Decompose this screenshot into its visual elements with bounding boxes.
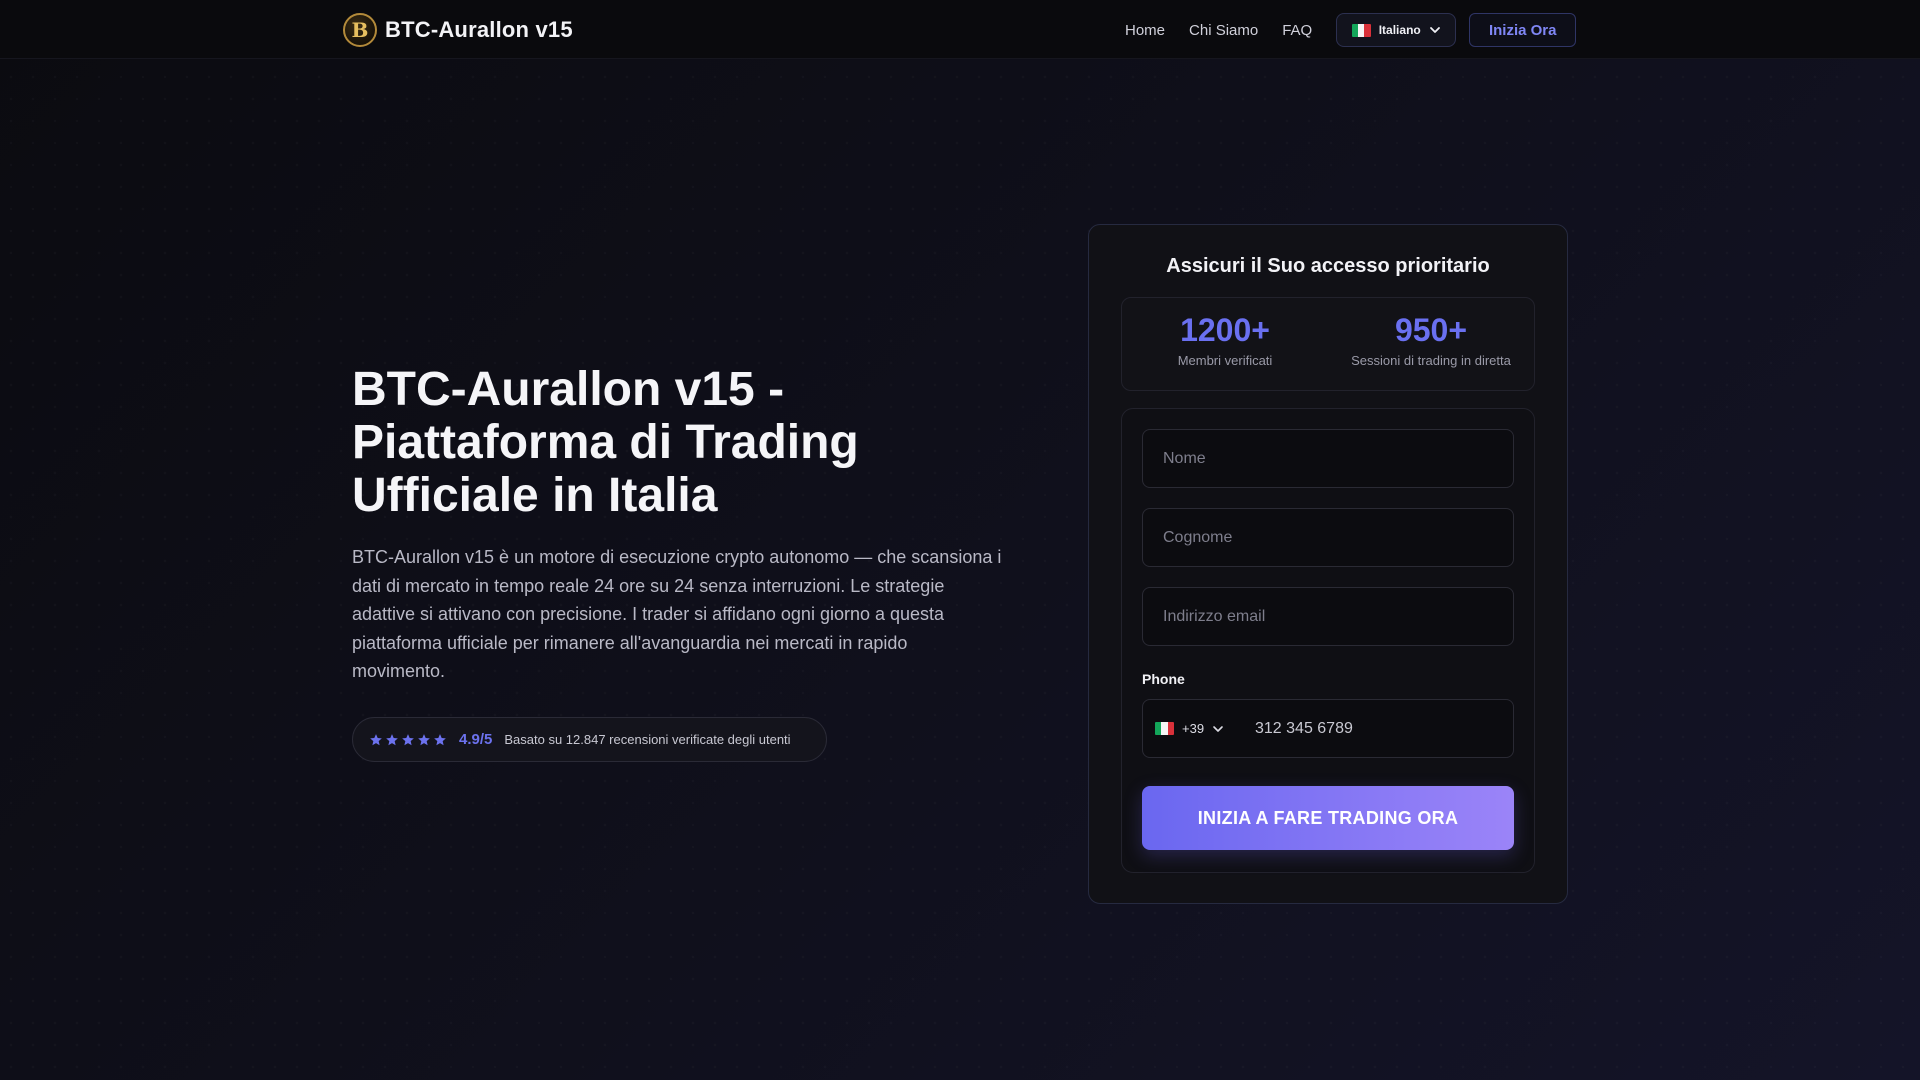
italy-flag-icon bbox=[1351, 23, 1371, 37]
brand-name: BTC-Aurallon v15 bbox=[385, 17, 573, 42]
stat-value: 1200+ bbox=[1180, 312, 1270, 348]
star-icon bbox=[402, 733, 414, 745]
stat-label: Sessioni di trading in diretta bbox=[1351, 353, 1511, 368]
star-icon bbox=[418, 733, 430, 745]
rating-stars bbox=[369, 733, 447, 747]
start-trading-button[interactable]: INIZIA A FARE TRADING ORA bbox=[1142, 786, 1514, 850]
main-nav: Home Chi Siamo FAQ Italiano Inizia Ora bbox=[1125, 12, 1577, 48]
signup-card: Assicuri il Suo accesso prioritario 1200… bbox=[1088, 224, 1568, 904]
nav-link-home[interactable]: Home bbox=[1125, 22, 1165, 39]
logo-letter: B bbox=[351, 18, 369, 42]
signup-form: Phone +39 INIZIA A FARE TRADING ORA bbox=[1121, 408, 1535, 873]
hero-description: BTC-Aurallon v15 è un motore di esecuzio… bbox=[352, 547, 1002, 681]
stats-panel: 1200+ Membri verificati 950+ Sessioni di… bbox=[1121, 297, 1535, 391]
email-input[interactable] bbox=[1142, 587, 1514, 646]
last-name-input[interactable] bbox=[1142, 508, 1514, 567]
stat-live-sessions: 950+ Sessioni di trading in diretta bbox=[1328, 298, 1534, 390]
top-navbar: B BTC-Aurallon v15 Home Chi Siamo FAQ It… bbox=[0, 0, 1920, 59]
signup-card-title: Assicuri il Suo accesso prioritario bbox=[1166, 255, 1490, 277]
language-label: Italiano bbox=[1378, 23, 1421, 37]
phone-label: Phone bbox=[1142, 671, 1185, 687]
start-now-button[interactable]: Inizia Ora bbox=[1469, 13, 1577, 47]
nav-link-faq[interactable]: FAQ bbox=[1282, 22, 1312, 39]
country-code-selector[interactable]: +39 bbox=[1143, 700, 1255, 757]
first-name-input[interactable] bbox=[1142, 429, 1514, 488]
stat-label: Membri verificati bbox=[1177, 353, 1273, 368]
stat-verified-members: 1200+ Membri verificati bbox=[1122, 298, 1328, 390]
chevron-down-icon bbox=[1213, 725, 1223, 732]
rating-badge: 4.9/5 Basato su 12.847 recensioni verifi… bbox=[352, 717, 827, 762]
nav-link-chi-siamo[interactable]: Chi Siamo bbox=[1189, 22, 1258, 39]
language-selector[interactable]: Italiano bbox=[1336, 13, 1457, 47]
hero-title: BTC-Aurallon v15 - Piattaforma di Tradin… bbox=[352, 363, 859, 522]
italy-flag-icon bbox=[1155, 722, 1174, 735]
star-icon bbox=[370, 733, 382, 745]
chevron-down-icon bbox=[1429, 27, 1440, 33]
rating-score: 4.9/5 bbox=[459, 731, 493, 748]
star-icon bbox=[386, 733, 398, 745]
phone-input[interactable] bbox=[1255, 719, 1495, 738]
country-code: +39 bbox=[1182, 721, 1205, 736]
stat-value: 950+ bbox=[1394, 312, 1468, 348]
bitcoin-coin-logo-icon: B bbox=[343, 13, 377, 47]
phone-field: +39 bbox=[1142, 699, 1514, 758]
rating-text: Basato su 12.847 recensioni verificate d… bbox=[504, 732, 791, 747]
brand[interactable]: B BTC-Aurallon v15 bbox=[343, 12, 573, 48]
star-icon bbox=[434, 733, 446, 745]
